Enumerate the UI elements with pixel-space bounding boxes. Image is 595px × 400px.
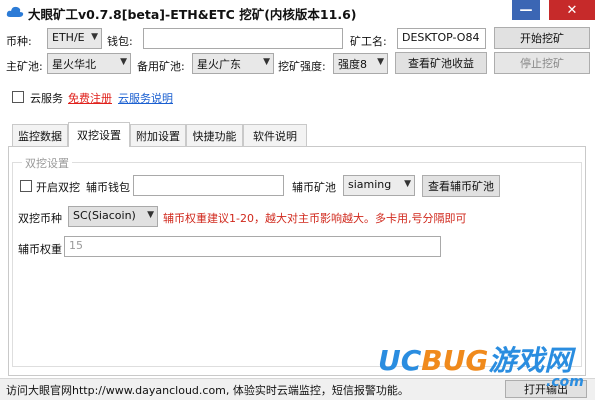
view-dual-pool-button[interactable]: 查看辅币矿池 <box>422 175 500 197</box>
dual-pool-select[interactable]: siaming ▼ <box>343 175 415 196</box>
intensity-label: 挖矿强度: <box>278 60 326 73</box>
coin-select[interactable]: ETH/E ▼ <box>47 28 102 49</box>
view-pool-earnings-button[interactable]: 查看矿池收益 <box>395 52 487 74</box>
dual-coin-value: SC(Siacoin) <box>73 209 136 222</box>
chevron-down-icon: ▼ <box>147 210 154 220</box>
tab-software-info[interactable]: 软件说明 <box>243 124 307 146</box>
start-mining-button[interactable]: 开始挖矿 <box>494 27 590 49</box>
intensity-value: 强度8 <box>338 58 367 71</box>
dual-wallet-input[interactable] <box>133 175 284 196</box>
cloud-service-label: 云服务 <box>30 92 63 105</box>
minimize-button[interactable]: — <box>512 0 540 20</box>
watermark-sub: .com <box>546 374 584 390</box>
dual-pool-label: 辅币矿池 <box>292 181 336 194</box>
cloud-help-link[interactable]: 云服务说明 <box>118 90 173 106</box>
cloud-icon <box>6 5 24 19</box>
tab-extra-settings[interactable]: 附加设置 <box>130 124 186 146</box>
tab-shortcuts[interactable]: 快捷功能 <box>186 124 243 146</box>
chevron-down-icon: ▼ <box>91 32 98 42</box>
svg-text:UCBUG游戏网: UCBUG游戏网 <box>378 344 576 377</box>
dual-pool-value: siaming <box>348 178 392 191</box>
window-title: 大眼矿工v0.7.8[beta]-ETH&ETC 挖矿(内核版本11.6) <box>28 7 357 22</box>
backup-pool-select[interactable]: 星火广东 ▼ <box>192 53 274 74</box>
free-register-link[interactable]: 免费注册 <box>68 90 112 106</box>
groupbox-title: 双挖设置 <box>22 155 72 171</box>
dual-weight-label: 辅币权重 <box>18 243 62 256</box>
wallet-label: 钱包: <box>107 35 133 48</box>
coin-label: 币种: <box>6 35 32 48</box>
status-text: 访问大眼官网http://www.dayancloud.com, 体验实时云端监… <box>6 384 409 397</box>
tab-dual-mining[interactable]: 双挖设置 <box>68 122 130 147</box>
dual-weight-input[interactable]: 15 <box>64 236 441 257</box>
chevron-down-icon: ▼ <box>120 57 127 67</box>
intensity-select[interactable]: 强度8 ▼ <box>333 53 388 74</box>
cloud-service-checkbox[interactable] <box>12 91 24 103</box>
chevron-down-icon: ▼ <box>404 179 411 189</box>
main-pool-label: 主矿池: <box>6 60 43 73</box>
backup-pool-label: 备用矿池: <box>137 60 185 73</box>
worker-input[interactable]: DESKTOP-O84 <box>397 28 486 49</box>
coin-select-value: ETH/E <box>52 31 85 44</box>
stop-mining-button[interactable]: 停止挖矿 <box>494 52 590 74</box>
close-button[interactable]: ✕ <box>549 0 595 20</box>
backup-pool-value: 星火广东 <box>197 58 241 71</box>
main-pool-value: 星火华北 <box>52 58 96 71</box>
enable-dual-label: 开启双挖 <box>36 181 80 194</box>
dual-wallet-label: 辅币钱包 <box>86 181 130 194</box>
chevron-down-icon: ▼ <box>263 57 270 67</box>
wallet-input[interactable] <box>143 28 343 49</box>
dual-coin-select[interactable]: SC(Siacoin) ▼ <box>68 206 158 227</box>
worker-label: 矿工名: <box>350 35 387 48</box>
chevron-down-icon: ▼ <box>377 57 384 67</box>
enable-dual-checkbox[interactable] <box>20 180 32 192</box>
main-pool-select[interactable]: 星火华北 ▼ <box>47 53 131 74</box>
weight-hint-text: 辅币权重建议1-20，越大对主币影响越大。多卡用,号分隔即可 <box>163 212 467 225</box>
tab-monitor[interactable]: 监控数据 <box>12 124 68 146</box>
dual-coin-label: 双挖币种 <box>18 212 62 225</box>
